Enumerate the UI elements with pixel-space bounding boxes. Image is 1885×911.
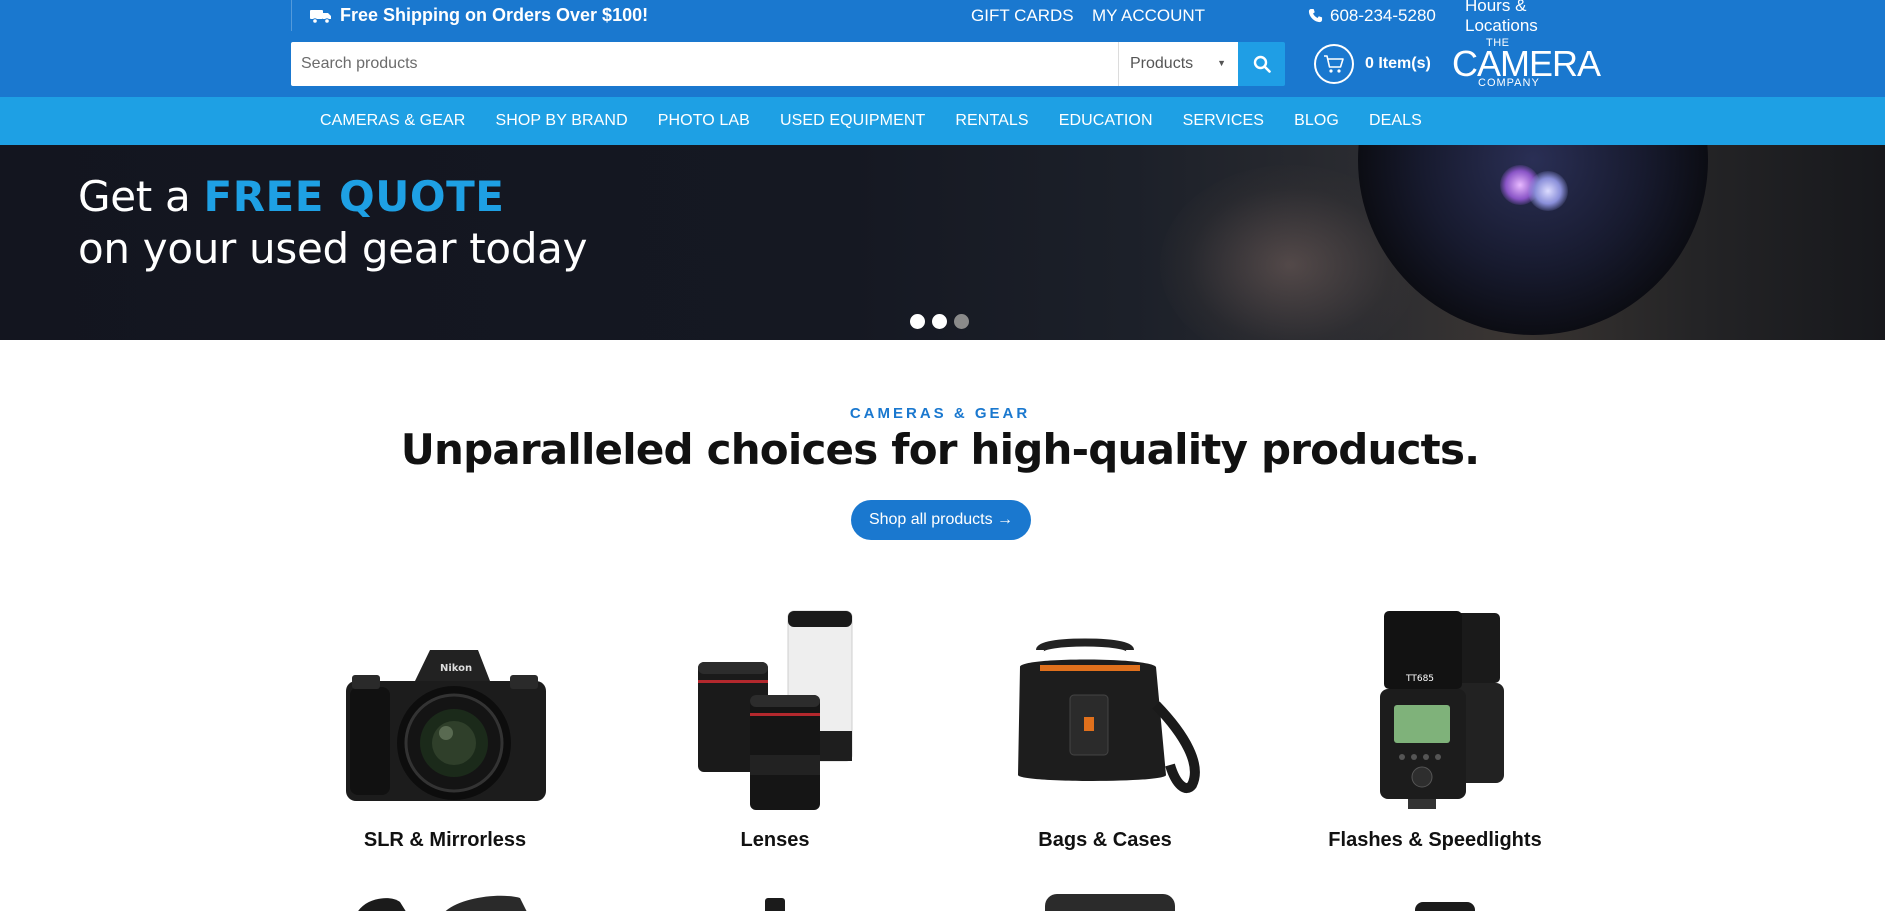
hero-line1-prefix: Get a — [78, 172, 191, 221]
gift-cards-link[interactable]: GIFT CARDS — [971, 0, 1074, 31]
nav-item-deals[interactable]: DEALS — [1369, 112, 1422, 130]
nav-item-cameras-gear[interactable]: CAMERAS & GEAR — [320, 112, 465, 130]
hero-banner[interactable]: Get a FREE QUOTE on your used gear today — [0, 145, 1885, 340]
section-headline: Unparalleled choices for high-quality pr… — [400, 425, 1480, 474]
search-box — [291, 42, 1118, 86]
mirrorless-camera-icon: Nikon — [346, 650, 546, 801]
hero-headline: Get a FREE QUOTE on your used gear today — [78, 171, 587, 275]
carousel-dot-2[interactable] — [932, 314, 947, 329]
category-label: Bags & Cases — [1038, 829, 1172, 851]
category-flashes-speedlights[interactable]: TT685 Flashes & Speedlights — [1310, 605, 1560, 851]
top-bar: Free Shipping on Orders Over $100! GIFT … — [0, 0, 1885, 35]
category-label: SLR & Mirrorless — [363, 829, 527, 851]
my-account-link[interactable]: MY ACCOUNT — [1092, 0, 1205, 31]
caret-down-icon: ▼ — [1217, 58, 1226, 68]
category-slr-mirrorless[interactable]: Nikon SLR & Mirrorless — [320, 605, 570, 851]
cart-button[interactable]: 0 Item(s) — [1314, 43, 1431, 85]
search-category-value: Products — [1130, 55, 1194, 72]
truck-icon — [310, 9, 331, 24]
camera-bag-icon — [1018, 638, 1200, 793]
search-category-select[interactable]: Products ▼ — [1118, 42, 1238, 86]
carousel-dots — [910, 314, 976, 329]
search-button[interactable] — [1238, 42, 1285, 86]
hero-line1-highlight: FREE QUOTE — [203, 172, 505, 221]
hero-lens-glint — [1528, 171, 1568, 211]
nav-item-photo-lab[interactable]: PHOTO LAB — [658, 112, 750, 130]
nav-item-blog[interactable]: BLOG — [1294, 112, 1339, 130]
site-logo[interactable]: THE CAMERA COMPANY — [1450, 35, 1601, 93]
carousel-dot-3[interactable] — [954, 314, 969, 329]
category-row2-item[interactable] — [990, 888, 1240, 911]
phone-icon — [1308, 8, 1323, 23]
nav-item-shop-by-brand[interactable]: SHOP BY BRAND — [495, 112, 627, 130]
svg-text:TT685: TT685 — [1405, 674, 1434, 684]
category-label: Flashes & Speedlights — [1328, 829, 1542, 851]
search-icon — [1253, 55, 1271, 73]
category-row2-item[interactable] — [330, 888, 580, 911]
binoculars-icon — [1415, 902, 1475, 911]
nav-item-services[interactable]: SERVICES — [1183, 112, 1264, 130]
nav-item-education[interactable]: EDUCATION — [1059, 112, 1153, 130]
lenses-icon — [698, 610, 853, 810]
category-row2-item[interactable] — [660, 888, 910, 911]
nav-item-rentals[interactable]: RENTALS — [955, 112, 1028, 130]
hero-line2: on your used gear today — [78, 224, 588, 273]
nav-item-used-equipment[interactable]: USED EQUIPMENT — [780, 112, 925, 130]
shop-all-products-button[interactable]: Shop all products → — [851, 500, 1031, 540]
studio-light-icon — [358, 895, 527, 911]
speedlight-icon: TT685 — [1380, 611, 1504, 809]
accessory-case-icon — [1045, 894, 1175, 911]
free-shipping-banner: Free Shipping on Orders Over $100! — [291, 0, 648, 31]
hours-locations-link[interactable]: Hours & Locations — [1465, 0, 1591, 35]
carousel-dot-1[interactable] — [910, 314, 925, 329]
category-bags-cases[interactable]: Bags & Cases — [980, 605, 1230, 851]
section-eyebrow: CAMERAS & GEAR — [849, 405, 1031, 422]
category-label: Lenses — [740, 829, 810, 851]
search-input[interactable] — [291, 42, 1118, 86]
category-lenses[interactable]: Lenses — [650, 605, 900, 851]
phone-link[interactable]: 608-234-5280 — [1308, 0, 1436, 31]
logo-company: COMPANY — [1478, 77, 1540, 89]
free-shipping-text: Free Shipping on Orders Over $100! — [340, 5, 649, 25]
cart-count: 0 Item(s) — [1365, 55, 1431, 72]
header: Products ▼ 0 Item(s) THE CAMERA COMPANY — [0, 31, 1885, 97]
main-nav: CAMERAS & GEAR SHOP BY BRAND PHOTO LAB U… — [0, 97, 1885, 145]
svg-text:Nikon: Nikon — [440, 663, 472, 674]
cart-icon — [1324, 55, 1344, 73]
tripod-icon — [765, 898, 785, 911]
phone-number: 608-234-5280 — [1330, 5, 1436, 25]
cart-icon-circle — [1314, 44, 1354, 84]
category-row2-item[interactable] — [1320, 888, 1570, 911]
